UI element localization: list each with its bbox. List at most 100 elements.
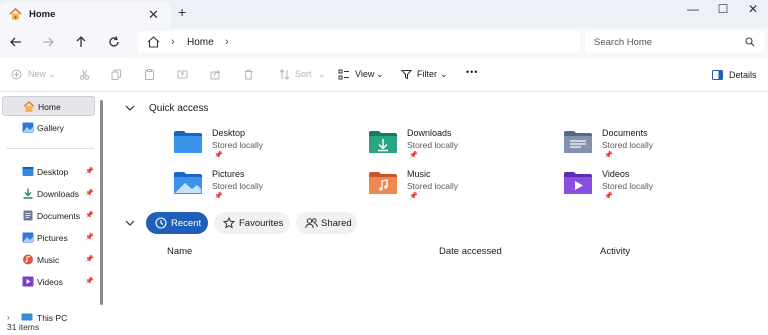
folder-status: Stored locally (602, 140, 654, 150)
folder-name: Downloads (407, 128, 452, 138)
quick-access-item[interactable]: Pictures Stored locally 📌 (173, 169, 323, 205)
quick-access-item[interactable]: Videos Stored locally 📌 (563, 169, 713, 205)
rename-icon[interactable] (177, 69, 188, 80)
home-outline-icon[interactable] (147, 36, 160, 48)
column-header-name[interactable]: Name (167, 246, 192, 257)
pin-icon[interactable]: 📌 (85, 167, 94, 175)
sidebar-item-label: Home (38, 102, 61, 112)
downloads-icon (22, 188, 34, 199)
breadcrumb-home[interactable]: Home (187, 37, 214, 48)
tab-recent[interactable]: Recent (146, 212, 208, 234)
sidebar-item-label: Downloads (37, 189, 80, 199)
tab-title: Home (29, 9, 56, 20)
tab-label: Shared (321, 218, 352, 229)
desktop-icon (22, 166, 34, 177)
pin-icon: 📌 (214, 193, 223, 200)
sidebar-item-videos[interactable]: Videos 📌 (2, 272, 95, 292)
copy-icon[interactable] (111, 69, 122, 80)
pin-icon: 📌 (604, 152, 613, 159)
tab-home[interactable]: Home ✕ (0, 2, 170, 28)
quick-access-item[interactable]: Downloads Stored locally 📌 (368, 128, 518, 164)
music-folder-icon (368, 171, 398, 195)
sidebar-item-label: Documents (37, 211, 80, 221)
sidebar-item-downloads[interactable]: Downloads 📌 (2, 184, 95, 204)
sort-chevron-icon: ⌄ (318, 69, 326, 79)
folder-status: Stored locally (212, 181, 264, 191)
paste-icon[interactable] (144, 69, 155, 80)
collapse-chevron-icon[interactable] (125, 104, 135, 112)
pin-icon: 📌 (214, 152, 223, 159)
new-button[interactable]: New (28, 69, 46, 79)
star-icon (223, 217, 235, 229)
quick-access-item[interactable]: Music Stored locally 📌 (368, 169, 518, 205)
new-tab-button[interactable]: + (178, 4, 186, 20)
back-button[interactable] (9, 35, 27, 51)
sidebar-scrollbar[interactable] (100, 100, 103, 305)
clock-icon (155, 217, 167, 229)
sort-button[interactable]: Sort (295, 69, 312, 79)
tab-shared[interactable]: Shared (296, 212, 357, 234)
forward-button[interactable] (41, 35, 59, 51)
documents-icon (22, 210, 34, 221)
filter-button[interactable]: Filter (417, 69, 437, 79)
search-placeholder: Search Home (594, 37, 653, 48)
delete-icon[interactable] (243, 69, 254, 80)
sidebar-item-desktop[interactable]: Desktop 📌 (2, 162, 95, 182)
column-header-activity[interactable]: Activity (600, 246, 630, 257)
pin-icon[interactable]: 📌 (85, 211, 94, 219)
pin-icon: 📌 (409, 193, 418, 200)
more-options-button[interactable]: ••• (466, 67, 478, 77)
view-button[interactable]: View (355, 69, 374, 79)
share-icon[interactable] (210, 69, 221, 80)
downloads-folder-icon (368, 130, 398, 154)
status-item-count: 31 items (7, 322, 40, 332)
sidebar-item-home[interactable]: Home (2, 96, 95, 116)
pin-icon[interactable]: 📌 (85, 233, 94, 241)
folder-status: Stored locally (602, 181, 654, 191)
sidebar-item-gallery[interactable]: Gallery (2, 118, 95, 138)
search-icon[interactable] (745, 37, 755, 47)
sidebar-item-music[interactable]: Music 📌 (2, 250, 95, 270)
sidebar-item-documents[interactable]: Documents 📌 (2, 206, 95, 226)
column-header-date-accessed[interactable]: Date accessed (439, 246, 502, 257)
pin-icon[interactable]: 📌 (85, 255, 94, 263)
filter-chevron-icon: ⌄ (440, 69, 448, 79)
sidebar-item-label: Videos (37, 277, 63, 287)
refresh-button[interactable] (107, 35, 125, 51)
new-plus-icon (11, 69, 22, 80)
videos-folder-icon (563, 171, 593, 195)
details-button[interactable]: Details (729, 70, 757, 80)
tab-favourites[interactable]: Favourites (214, 212, 290, 234)
tab-close-button[interactable]: ✕ (148, 7, 159, 23)
pin-icon: 📌 (604, 193, 613, 200)
quick-access-item[interactable]: Documents Stored locally 📌 (563, 128, 713, 164)
pin-icon[interactable]: 📌 (85, 277, 94, 285)
documents-folder-icon (563, 130, 593, 154)
pictures-icon (22, 232, 34, 243)
desktop-folder-icon (173, 130, 203, 154)
quick-access-item[interactable]: Desktop Stored locally 📌 (173, 128, 323, 164)
tab-label: Recent (171, 218, 202, 229)
pin-icon[interactable]: 📌 (85, 189, 94, 197)
view-icon (338, 69, 350, 80)
sidebar-item-pictures[interactable]: Pictures 📌 (2, 228, 95, 248)
collapse-chevron-icon[interactable] (125, 219, 135, 227)
music-icon (22, 254, 34, 265)
cut-icon[interactable] (79, 69, 90, 80)
breadcrumb-separator[interactable]: › (225, 36, 229, 48)
view-chevron-icon: ⌄ (376, 69, 384, 79)
expand-chevron-icon[interactable]: › (7, 313, 10, 322)
folder-name: Documents (602, 128, 648, 138)
up-button[interactable] (74, 35, 92, 51)
sidebar-item-label: Desktop (37, 167, 69, 177)
close-window-button[interactable]: ✕ (737, 2, 768, 22)
tab-label: Favourites (239, 218, 284, 229)
minimize-button[interactable]: — (677, 2, 709, 22)
maximize-button[interactable]: ☐ (707, 2, 739, 22)
pictures-folder-icon (173, 171, 203, 195)
folder-status: Stored locally (212, 140, 264, 150)
folder-status: Stored locally (407, 140, 459, 150)
sidebar-item-label: Music (37, 255, 60, 265)
sort-icon (279, 69, 290, 80)
breadcrumb-separator[interactable]: › (171, 36, 175, 48)
